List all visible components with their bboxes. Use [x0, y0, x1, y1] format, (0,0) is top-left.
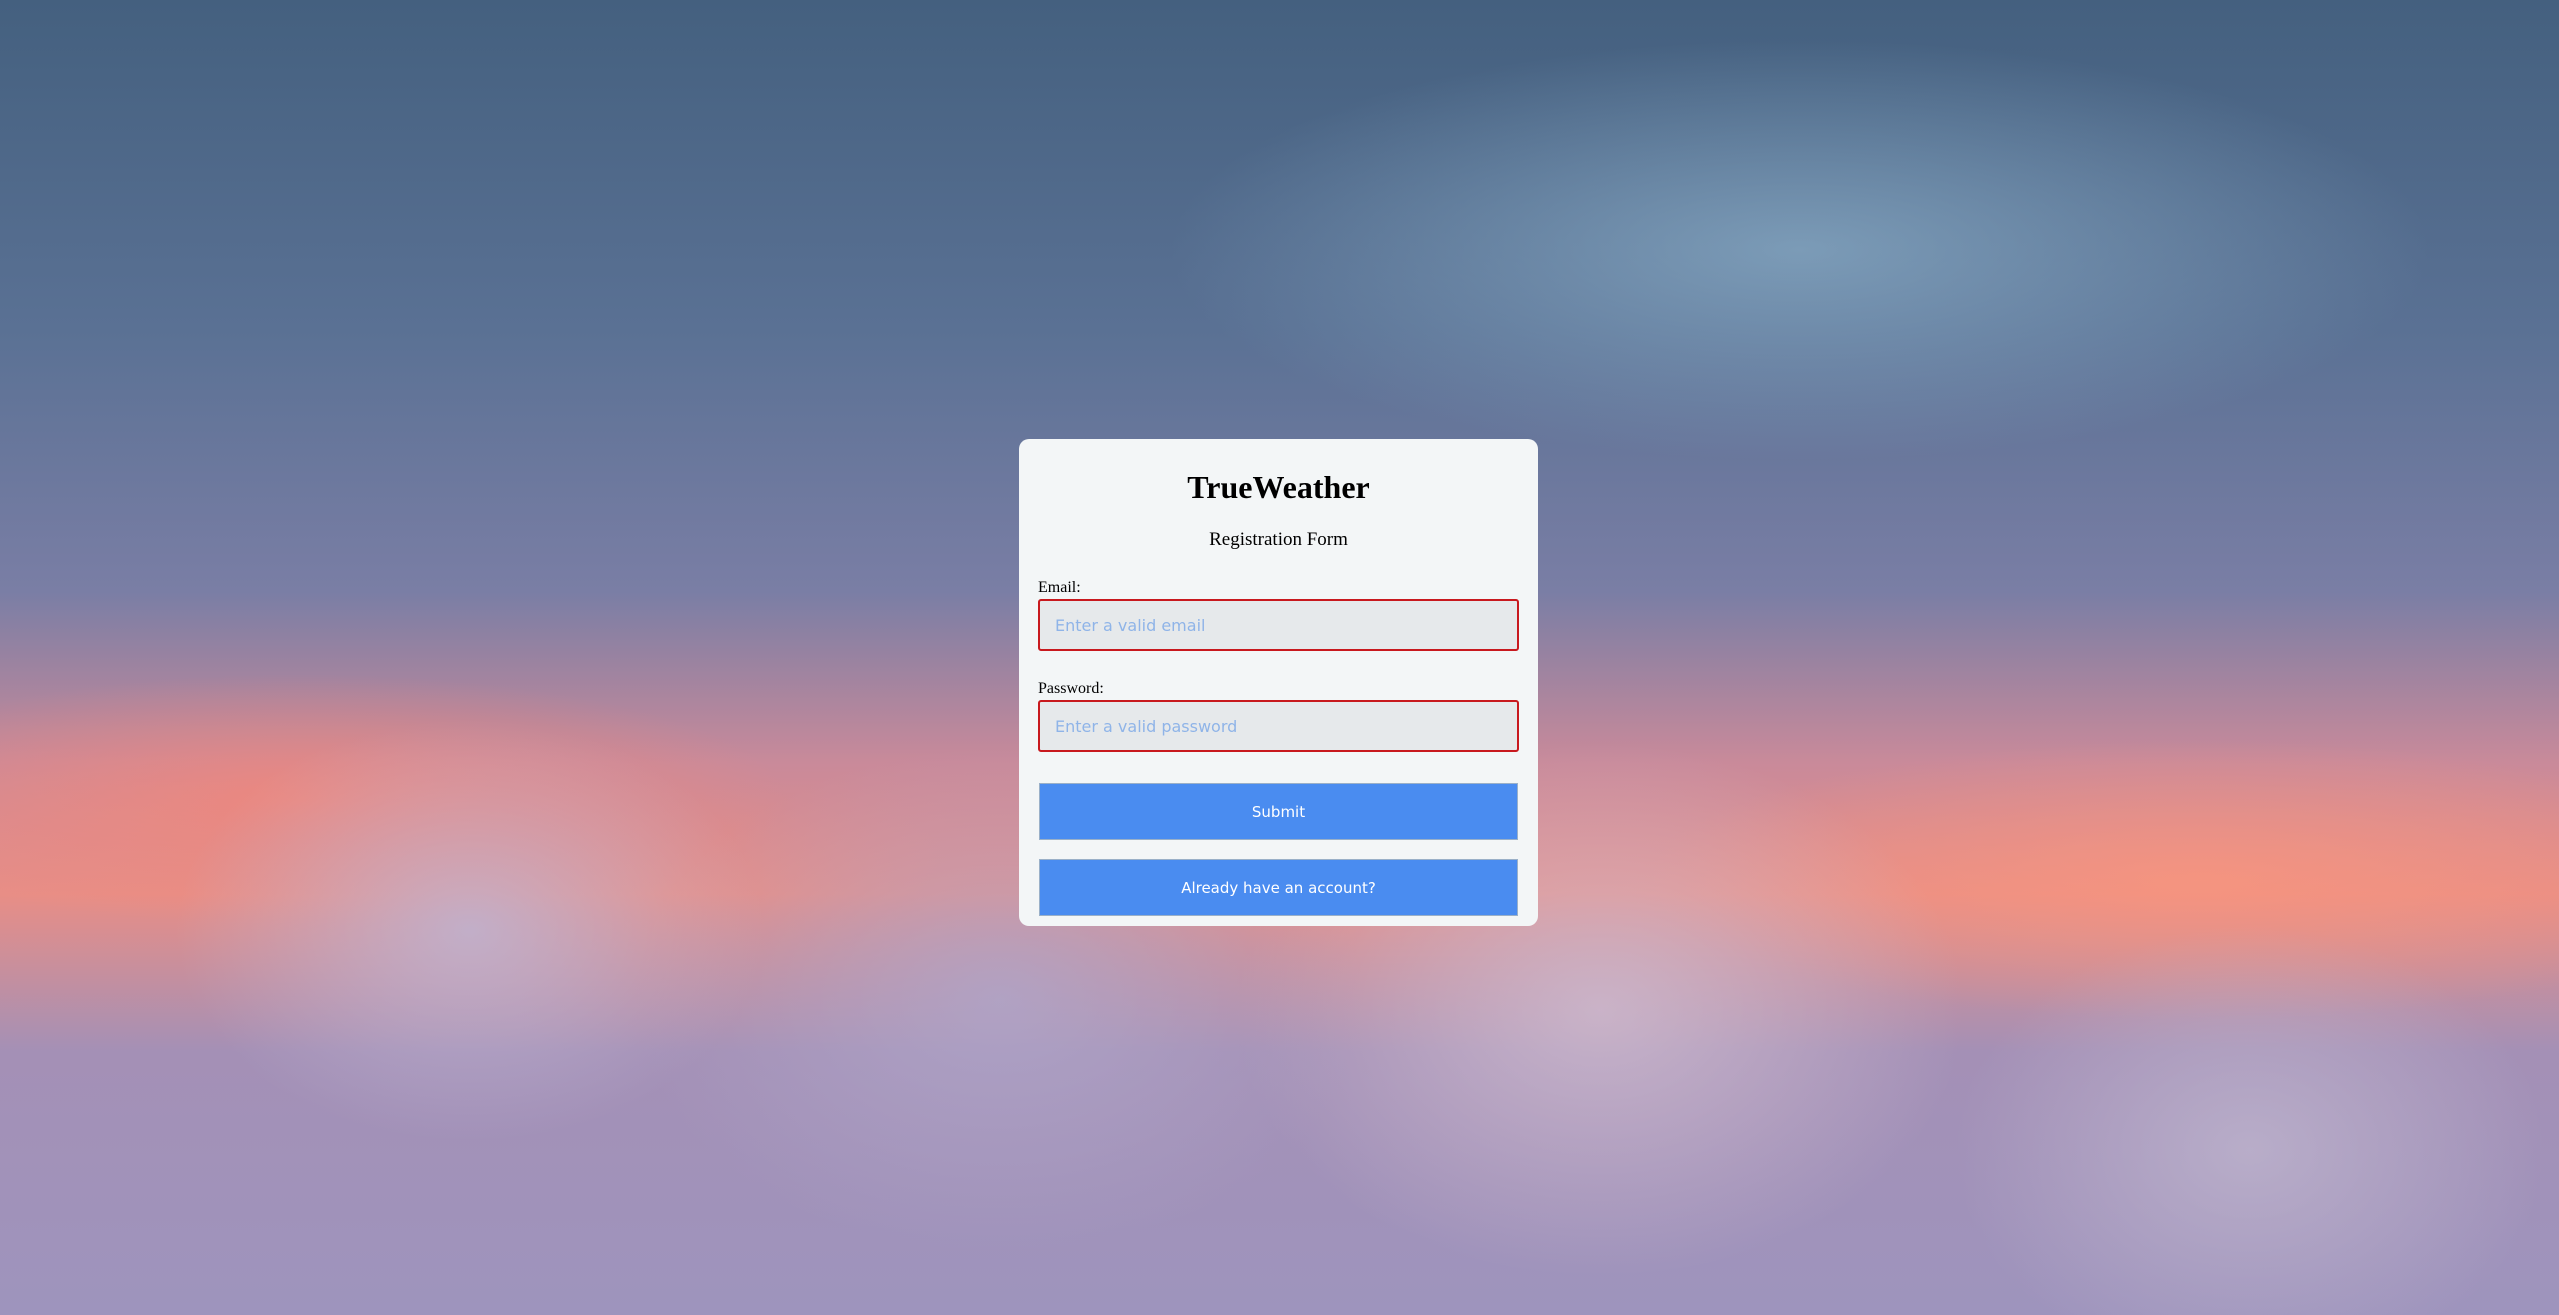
email-field[interactable] — [1038, 599, 1519, 651]
password-label: Password: — [1038, 680, 1104, 697]
form-subtitle: Registration Form — [1209, 529, 1348, 550]
email-label: Email: — [1038, 579, 1081, 596]
app-title: TrueWeather — [1187, 469, 1370, 505]
submit-button[interactable]: Submit — [1039, 783, 1518, 840]
login-link-button[interactable]: Already have an account? — [1039, 859, 1518, 916]
password-field[interactable] — [1038, 700, 1519, 752]
registration-card: TrueWeather Registration Form Email: Pas… — [1019, 439, 1538, 926]
